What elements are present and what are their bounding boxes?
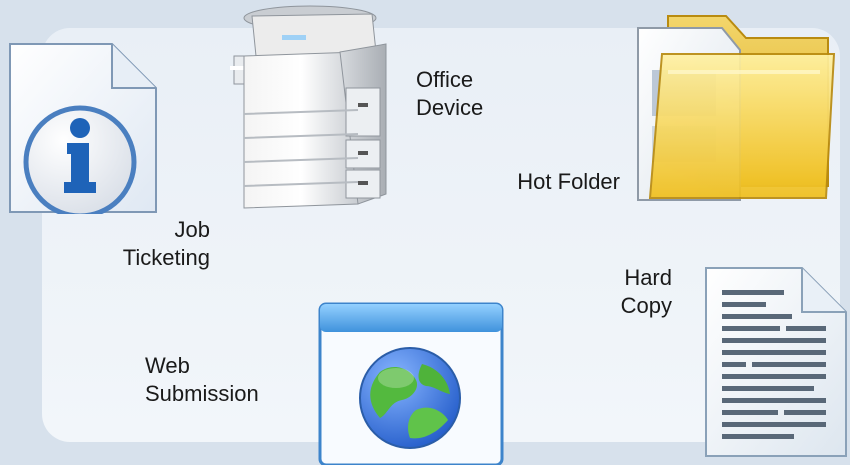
folder-icon — [622, 10, 842, 206]
input-methods-diagram: Job Ticketing Office Device Hot Folder W… — [0, 0, 850, 465]
printer-copier-icon — [228, 4, 406, 210]
hot-folder-label: Hot Folder — [517, 169, 620, 194]
web-submission-label: Web Submission — [145, 353, 259, 406]
globe-browser-window-icon — [318, 302, 504, 465]
paper-document-icon — [704, 266, 848, 458]
hard-copy-label: Hard Copy — [620, 265, 672, 318]
info-document-icon — [8, 42, 158, 214]
job-ticketing-label: Job Ticketing — [122, 217, 210, 270]
office-device-label: Office Device — [416, 67, 484, 120]
